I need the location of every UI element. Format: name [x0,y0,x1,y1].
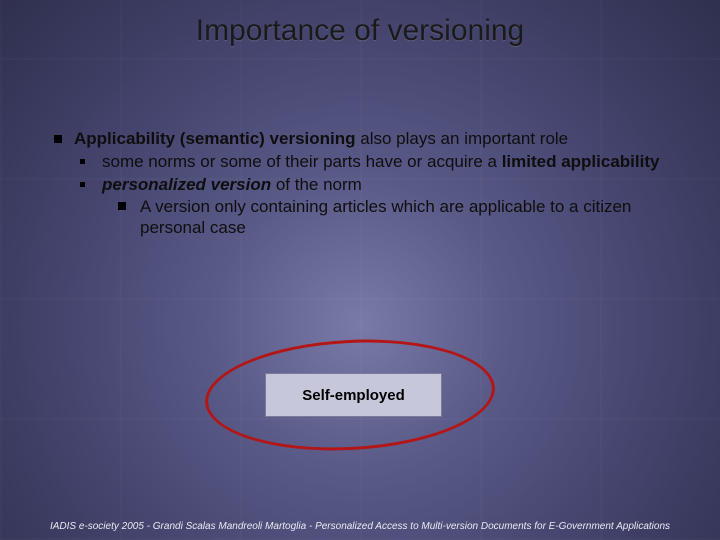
bullet-text: Applicability (semantic) versioning [74,129,356,148]
bullet-level3: A version only containing articles which… [54,196,680,239]
bullet-level2: some norms or some of their parts have o… [54,151,680,172]
bullet-level1: Applicability (semantic) versioning also… [54,128,680,149]
callout-label: Self-employed [302,387,405,404]
bullet-text: A version only containing articles which… [140,197,631,237]
bullet-text: also plays an important role [356,129,569,148]
bullet-text: of the norm [271,175,362,194]
slide-body: Applicability (semantic) versioning also… [54,128,680,239]
bullet-text: some norms or some of their parts have o… [102,152,502,171]
callout: Self-employed [205,340,495,450]
callout-box: Self-employed [265,373,442,417]
bullet-text: personalized version [102,175,271,194]
slide-title: Importance of versioning [0,14,720,48]
bullet-text: limited applicability [502,152,660,171]
bullet-level2: personalized version of the norm [54,174,680,195]
slide: Importance of versioning Applicability (… [0,0,720,540]
slide-footer: IADIS e-society 2005 - Grandi Scalas Man… [0,521,720,532]
